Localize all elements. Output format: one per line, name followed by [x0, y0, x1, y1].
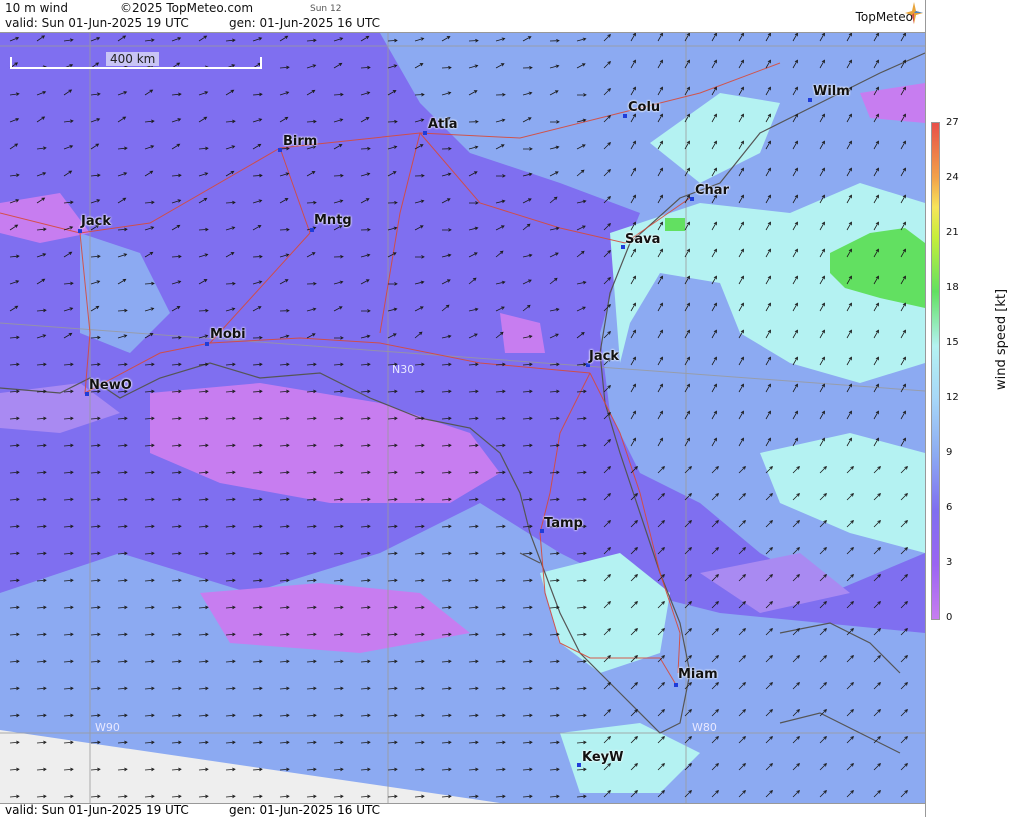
- copyright: ©2025 TopMeteo.com: [120, 1, 254, 15]
- city-label-birm: Birm: [283, 134, 318, 149]
- city-label-keyw: KeyW: [582, 750, 624, 765]
- city-label-jack-fl: Jack: [589, 349, 619, 364]
- legend-panel: 27 24 21 18 15 12 9 6 3 0 wind speed [kt…: [925, 0, 1017, 817]
- legend-tick: 18: [946, 282, 959, 293]
- city-marker: [690, 197, 694, 201]
- run-tag: Sun 12: [310, 4, 342, 14]
- wind-field: [0, 33, 925, 803]
- legend-tick: 3: [946, 557, 953, 568]
- lon-label-w90: W90: [95, 721, 120, 734]
- city-marker: [808, 98, 812, 102]
- lon-label-w80: W80: [692, 721, 717, 734]
- city-label-char: Char: [695, 183, 729, 198]
- legend-tick: 15: [946, 337, 959, 348]
- city-marker: [674, 683, 678, 687]
- footer-valid: valid: Sun 01-Jun-2025 19 UTC: [5, 803, 189, 817]
- legend-tick: 0: [946, 612, 953, 623]
- city-marker: [577, 763, 581, 767]
- legend-tick: 24: [946, 172, 959, 183]
- city-label-colu: Colu: [628, 100, 661, 115]
- gen-time: gen: 01-Jun-2025 16 UTC: [229, 16, 381, 30]
- header-bar: 10 m wind ©2025 TopMeteo.com Sun 12 vali…: [0, 0, 925, 33]
- city-marker: [623, 114, 627, 118]
- valid-time: valid: Sun 01-Jun-2025 19 UTC: [5, 16, 189, 30]
- legend-tick: 6: [946, 502, 953, 513]
- legend-tick: 21: [946, 227, 959, 238]
- legend-tick: 9: [946, 447, 953, 458]
- city-marker: [78, 229, 82, 233]
- city-label-wilm: Wilm: [813, 84, 850, 99]
- lat-label-n30: N30: [392, 363, 415, 376]
- footer-gen: gen: 01-Jun-2025 16 UTC: [229, 803, 381, 817]
- city-marker: [310, 228, 314, 232]
- product-title: 10 m wind: [5, 1, 68, 15]
- city-marker: [205, 342, 209, 346]
- city-label-atla: Atla: [428, 117, 458, 132]
- wind-map[interactable]: 400 km N30 W90 W80 Wilm Colu Atla Birm C…: [0, 33, 925, 803]
- city-label-tamp: Tamp: [544, 516, 583, 531]
- city-label-newo: NewO: [89, 378, 132, 393]
- footer-bar: valid: Sun 01-Jun-2025 19 UTC gen: 01-Ju…: [0, 803, 925, 818]
- scale-label: 400 km: [106, 52, 160, 66]
- city-label-miam: Miam: [678, 667, 718, 682]
- compass-star-icon: [905, 2, 923, 24]
- legend-tick: 27: [946, 117, 959, 128]
- city-label-mobi: Mobi: [210, 327, 246, 342]
- city-label-mntg: Mntg: [314, 213, 352, 228]
- city-label-sava: Sava: [625, 232, 661, 247]
- legend-title: wind speed [kt]: [994, 288, 1009, 390]
- legend-tick: 12: [946, 392, 959, 403]
- color-scale-bar: [931, 122, 940, 620]
- city-label-jack-ms: Jack: [81, 214, 111, 229]
- city-marker: [278, 148, 282, 152]
- city-marker: [423, 131, 427, 135]
